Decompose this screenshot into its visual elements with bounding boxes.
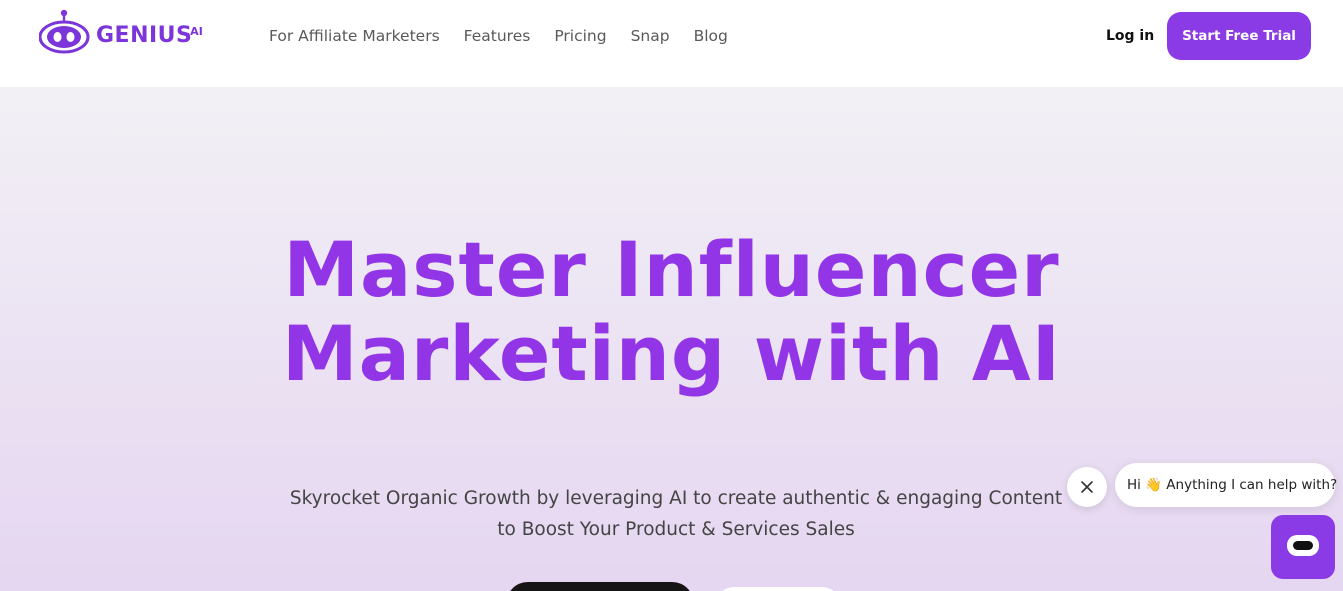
nav-snap[interactable]: Snap	[631, 25, 670, 47]
headline-line-2: Marketing with AI	[281, 309, 1062, 398]
primary-cta-button[interactable]	[506, 582, 694, 591]
subtitle-line-2: to Boost Your Product & Services Sales	[497, 519, 855, 540]
close-icon	[1081, 481, 1093, 493]
hero-headline: Master Influencer Marketing with AI	[0, 228, 1343, 396]
logo-suffix: .AI	[186, 25, 203, 38]
logo-text: GENIUS	[96, 23, 193, 48]
subtitle-line-1: Skyrocket Organic Growth by leveraging A…	[289, 488, 1063, 509]
nav-features[interactable]: Features	[464, 25, 531, 47]
robot-logo-icon	[39, 9, 90, 54]
nav-blog[interactable]: Blog	[694, 25, 728, 47]
secondary-cta-button[interactable]	[713, 587, 843, 591]
hero-section: Master Influencer Marketing with AI Skyr…	[0, 87, 1343, 591]
nav-pricing[interactable]: Pricing	[554, 25, 606, 47]
start-free-trial-button[interactable]: Start Free Trial	[1167, 12, 1311, 60]
headline-line-1: Master Influencer	[283, 225, 1060, 314]
login-link[interactable]: Log in	[1106, 25, 1154, 47]
nav-affiliate-marketers[interactable]: For Affiliate Marketers	[269, 25, 440, 47]
main-nav: For Affiliate Marketers Features Pricing…	[269, 25, 728, 47]
logo[interactable]: GENIUS .AI	[39, 9, 209, 55]
hero-subtitle: Skyrocket Organic Growth by leveraging A…	[271, 483, 1081, 545]
chat-dismiss-button[interactable]	[1067, 467, 1107, 507]
chat-greeting-bubble[interactable]: Hi 👋 Anything I can help with?	[1115, 463, 1337, 507]
chat-icon	[1287, 535, 1319, 556]
chat-launcher-button[interactable]	[1271, 515, 1335, 579]
site-header: GENIUS .AI For Affiliate Marketers Featu…	[0, 0, 1343, 87]
